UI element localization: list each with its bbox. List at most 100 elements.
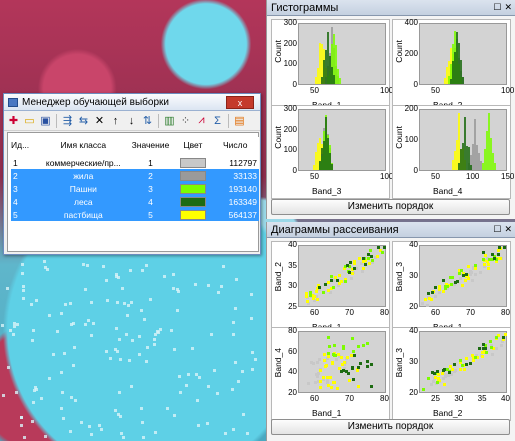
x-axis-label: Band_1 [312, 408, 342, 418]
scatter-plot[interactable]: Band_3Band_1203040607080 [392, 240, 511, 335]
dialog-titlebar[interactable]: Менеджер обучающей выборки x [4, 94, 260, 111]
map-texture [106, 299, 109, 302]
scatter-plot[interactable]: Band_2Band_125303540607080 [271, 240, 390, 335]
cell-count: 33133 [211, 169, 259, 182]
scatter-point [356, 384, 360, 388]
scatter-point [444, 287, 448, 291]
column-header[interactable]: Цвет [174, 137, 211, 156]
maximize-icon[interactable]: ☐ [493, 224, 501, 235]
map-texture [234, 361, 237, 364]
scatter-plot[interactable]: Band_3 Band_2 20 30 40 25 30 35 40 [392, 326, 511, 421]
histogram-plot[interactable]: Count Band_4 0 100 200 50 100 150 [392, 104, 514, 199]
map-texture [187, 373, 190, 376]
scatter-point [478, 271, 482, 275]
scatter-point [430, 370, 434, 374]
scatter-point [442, 382, 446, 386]
map-texture [250, 293, 253, 296]
move-up-icon[interactable]: ↑ [108, 113, 123, 129]
histogram-icon[interactable]: ▥ [162, 113, 177, 129]
column-header[interactable]: Имя класса [40, 137, 127, 156]
table-row[interactable]: 3 Пашни 3 193140 [11, 182, 259, 195]
panel-title: Гистограммы [271, 1, 339, 14]
histogram-plot[interactable]: CountBand_2020040050100 [392, 18, 514, 113]
scatter-icon[interactable]: ⁘ [178, 113, 193, 129]
panel-controls: ☐ ✕ [493, 224, 512, 235]
y-tick-label: 200 [404, 104, 418, 113]
plot-area [419, 109, 507, 171]
sigma-icon[interactable]: Σ [210, 113, 225, 129]
open-folder-icon[interactable]: ▭ [22, 113, 37, 129]
map-texture [185, 384, 188, 387]
map-texture [127, 304, 130, 307]
histogram-bar [339, 77, 341, 84]
scatter-plot[interactable]: Band_4 Band_1 20 40 60 80 60 70 80 [271, 326, 390, 421]
merge-icon[interactable]: ✚ [6, 113, 21, 129]
y-tick-label: 40 [409, 326, 418, 335]
map-texture [52, 353, 55, 356]
y-tick-label: 60 [288, 346, 297, 356]
table-row[interactable]: 5 пастбища 5 564137 [11, 208, 259, 221]
color-swatch[interactable] [179, 157, 206, 168]
map-texture [138, 353, 141, 356]
sort-icon[interactable]: ⇅ [140, 113, 155, 129]
map-texture [92, 322, 95, 325]
delete-icon[interactable]: ✕ [92, 113, 107, 129]
map-texture [61, 391, 64, 394]
histograms-panel: Гистограммы ☐ ✕ CountBand_10100200300501… [266, 0, 515, 219]
map-texture [9, 329, 12, 332]
y-tick-label: 300 [283, 104, 297, 113]
split-icon[interactable]: ⇶ [60, 113, 75, 129]
color-swatch[interactable] [179, 209, 206, 220]
reorder-button[interactable]: Изменить порядок [271, 419, 510, 435]
map-texture [232, 321, 235, 324]
scatter-point [365, 360, 369, 364]
plot-area [298, 23, 386, 85]
column-header[interactable]: Значение [127, 137, 175, 156]
color-swatch[interactable] [179, 196, 206, 207]
scatter-point [366, 252, 370, 256]
map-texture [22, 285, 25, 288]
scatter-point [496, 253, 500, 257]
save-icon[interactable]: ▣ [38, 113, 53, 129]
scatter-point [482, 262, 486, 266]
column-header[interactable]: Число [211, 137, 259, 156]
scatter-point [465, 272, 469, 276]
map-texture [141, 421, 144, 424]
color-swatch[interactable] [179, 170, 206, 181]
map-texture [123, 302, 126, 305]
histogram-plot[interactable]: CountBand_1010020030050100 [271, 18, 393, 113]
maximize-icon[interactable]: ☐ [493, 2, 501, 13]
map-texture [196, 399, 199, 402]
histogram-plot[interactable]: Count Band_3 0 100 200 300 50 100 [271, 104, 393, 199]
table-row[interactable]: 2 жила 2 33133 [11, 169, 259, 182]
scatter-point [343, 360, 347, 364]
scatter-point [340, 369, 344, 373]
scatter-point [352, 378, 356, 382]
dialog-toolbar: ✚ ▭ ▣ ⇶ ⇆ ✕ ↑ ↓ ⇅ ▥ ⁘ ⩘ Σ ▤ [4, 111, 260, 131]
scatter-point [428, 297, 432, 301]
scatter-point [446, 374, 450, 378]
map-texture [120, 432, 123, 435]
class-table: Ид... Имя класса Значение Цвет Число 1 ко… [11, 137, 259, 221]
reorder-button[interactable]: Изменить порядок [271, 199, 510, 215]
close-icon[interactable]: ✕ [504, 224, 512, 235]
map-texture [237, 380, 240, 383]
table-row[interactable]: 4 леса 4 163349 [11, 195, 259, 208]
x-axis-label: Band_3 [312, 186, 342, 196]
statistics-icon[interactable]: ⩘ [194, 113, 209, 129]
layers-icon[interactable]: ▤ [232, 113, 247, 129]
close-icon[interactable]: ✕ [504, 2, 512, 13]
map-texture [129, 269, 132, 272]
map-texture [163, 275, 166, 278]
split-all-icon[interactable]: ⇆ [76, 113, 91, 129]
move-down-icon[interactable]: ↓ [124, 113, 139, 129]
color-swatch[interactable] [179, 183, 206, 194]
table-row[interactable]: 1 коммерческие/пр... 1 112797 [11, 156, 259, 169]
map-texture [232, 333, 235, 336]
close-button[interactable]: x [226, 96, 254, 109]
map-texture [254, 358, 257, 361]
column-header[interactable]: Ид... [11, 137, 40, 156]
map-texture [102, 265, 105, 268]
table-header-row: Ид... Имя класса Значение Цвет Число [11, 137, 259, 156]
map-texture [82, 263, 85, 266]
